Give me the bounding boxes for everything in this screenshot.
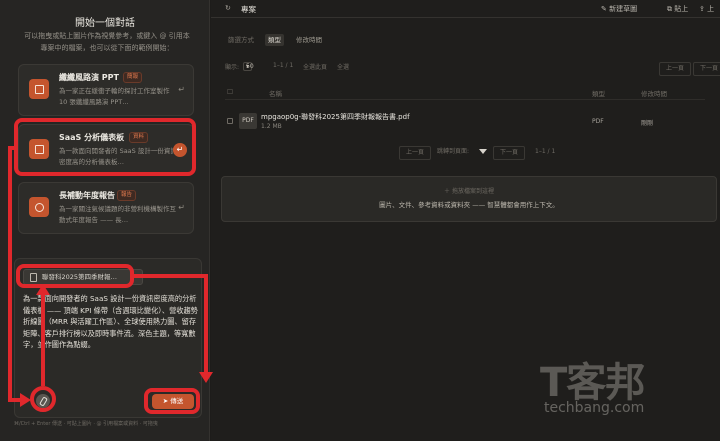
example-card-report[interactable]: 長補動年度報告 報告 為一家關注氣候議題的非營利機構製作互動式年度報告 —— 長… bbox=[18, 182, 194, 234]
file-dropzone[interactable]: ＋ 拖放檔案到這裡 圖片、文件、參考資料或資料夾 —— 智慧體都會用作上下文。 bbox=[221, 176, 717, 222]
panel-title: 開始一個對話 bbox=[75, 18, 135, 29]
card-tag: 報告 bbox=[117, 190, 137, 201]
next-page-button[interactable]: 下一頁 bbox=[493, 146, 526, 160]
card-description: 為一家正在緩衝子輪的探討工作室製作 10 張纖纖風路演 PPT… bbox=[59, 87, 170, 106]
filter-icon[interactable] bbox=[479, 149, 487, 154]
show-label: 顯示: bbox=[225, 64, 240, 71]
watermark-url: techbang.com bbox=[544, 400, 645, 416]
filter-modified-chip[interactable]: 修改時間 bbox=[293, 34, 325, 46]
range-label: 1–1 / 1 bbox=[273, 62, 294, 69]
highlight-attachment-chip bbox=[16, 264, 134, 288]
upload-button[interactable]: ⇪ 上 bbox=[699, 4, 714, 14]
col-modified[interactable]: 修改時間 bbox=[641, 88, 667, 98]
file-name[interactable]: mpgaop0g-聯發科2025第四季財報報告書.pdf bbox=[261, 112, 410, 122]
prompt-input[interactable]: 為一款面向開發者的 SaaS 設計一份資訊密度高的分析儀表板 —— 頂端 KPI… bbox=[23, 293, 199, 351]
dropzone-description: 圖片、文件、參考資料或資料夾 —— 智慧體都會用作上下文。 bbox=[379, 201, 559, 209]
pager-top: 顯示: 50 ▾ 1–1 / 1 全選此頁 全選 上一頁 下一頁 bbox=[225, 62, 720, 76]
col-name[interactable]: 名稱 bbox=[269, 88, 282, 98]
arrow-line bbox=[8, 146, 12, 402]
paste-button[interactable]: ⧉ 貼上 bbox=[667, 4, 688, 14]
select-all-checkbox[interactable]: ☐ bbox=[227, 88, 233, 96]
highlight-saas-card bbox=[14, 118, 196, 176]
file-type: PDF bbox=[592, 118, 604, 125]
arrow-head bbox=[36, 284, 50, 295]
select-all-link[interactable]: 全選 bbox=[337, 62, 349, 71]
panel-title: 專案 bbox=[241, 5, 256, 14]
watermark-logo: T客邦 techbang.com bbox=[540, 350, 700, 420]
keyboard-hint: ⌘/Ctrl + Enter 傳送 · 可貼上圖片 · @ 引用檔案或資料 · … bbox=[14, 421, 158, 427]
next-page-button[interactable]: 下一頁 bbox=[693, 62, 720, 76]
arrow-head bbox=[20, 393, 31, 407]
row-checkbox[interactable] bbox=[227, 118, 233, 124]
file-size: 1.2 MB bbox=[261, 123, 282, 130]
panel-description: 可以拖曳或貼上圖片作為視覺參考，或鍵入 @ 引用本專案中的檔案，也可以從下面的範… bbox=[24, 32, 190, 52]
page-size-select[interactable]: 50 ▾ bbox=[243, 62, 254, 71]
filter-label: 篩選方式 bbox=[228, 36, 254, 44]
prev-page-button[interactable]: 上一頁 bbox=[659, 62, 692, 76]
highlight-paperclip bbox=[30, 386, 56, 412]
arrow-line bbox=[204, 274, 208, 374]
pager-bottom: 上一頁 跳轉到頁面: 下一頁 1–1 / 1 bbox=[399, 146, 569, 160]
card-title: 長補動年度報告 bbox=[59, 191, 115, 200]
card-tag: 簡報 bbox=[123, 72, 143, 83]
enter-icon[interactable]: ↵ bbox=[178, 85, 185, 94]
file-modified: 剛剛 bbox=[641, 120, 654, 127]
prev-page-button[interactable]: 上一頁 bbox=[399, 146, 432, 160]
example-card-ppt[interactable]: 纖纖風路演 PPT 簡報 為一家正在緩衝子輪的探討工作室製作 10 張纖纖風路演… bbox=[18, 64, 194, 116]
table-row[interactable]: PDF mpgaop0g-聯發科2025第四季財報報告書.pdf 1.2 MB … bbox=[225, 108, 705, 136]
sun-icon bbox=[29, 197, 49, 217]
table-header: ☐ 名稱 類型 修改時間 bbox=[225, 86, 705, 100]
jump-label: 跳轉到頁面: bbox=[437, 148, 470, 155]
filter-type-chip[interactable]: 類型 bbox=[265, 34, 284, 46]
dropzone-title: ＋ 拖放檔案到這裡 bbox=[444, 188, 494, 195]
new-sketch-button[interactable]: ✎ 新建草圖 bbox=[601, 4, 637, 14]
select-page-link[interactable]: 全選此頁 bbox=[303, 62, 327, 71]
arrow-head bbox=[199, 372, 213, 383]
card-description: 為一家關注氣候議題的非營利機構製作互動式年度報告 —— 長… bbox=[59, 205, 176, 224]
refresh-icon[interactable]: ↻ bbox=[225, 4, 231, 12]
card-title: 纖纖風路演 PPT bbox=[59, 73, 119, 82]
arrow-line bbox=[41, 290, 45, 386]
highlight-send-button bbox=[144, 388, 200, 414]
slides-icon bbox=[29, 79, 49, 99]
arrow-line bbox=[134, 274, 208, 278]
top-bar: ↻ 專案 ✎ 新建草圖 ⧉ 貼上 ⇪ 上 bbox=[211, 0, 720, 18]
range-label: 1–1 / 1 bbox=[535, 148, 556, 155]
pdf-file-icon: PDF bbox=[239, 113, 257, 129]
enter-icon[interactable]: ↵ bbox=[178, 203, 185, 212]
left-panel: 開始一個對話 可以拖曳或貼上圖片作為視覺參考，或鍵入 @ 引用本專案中的檔案，也… bbox=[0, 0, 210, 441]
col-type[interactable]: 類型 bbox=[592, 88, 605, 98]
